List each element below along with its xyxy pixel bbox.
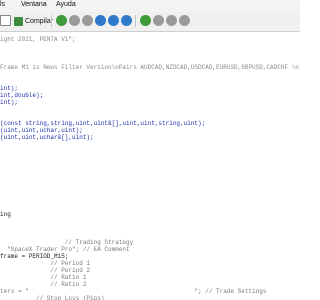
code-line: (uint,uint,uchar,uint); <box>0 127 83 134</box>
code-line: (uint,uint,uchar&[],uint); <box>0 134 94 141</box>
code-line: // Ratio 2 <box>0 281 87 288</box>
toolbar-separator <box>51 15 52 27</box>
code-line: int); <box>0 85 19 92</box>
code-line: // Trading Strategy <box>0 239 134 246</box>
run-on-history-icon[interactable] <box>140 15 151 26</box>
stop-profile-icon[interactable] <box>166 15 177 26</box>
code-line: ing <box>0 211 11 218</box>
start-debug-icon[interactable] <box>56 15 67 26</box>
menu-bar: ls Ventana Ayuda <box>0 0 300 12</box>
code-line: ight 2021, PENTA V1"; <box>0 36 76 43</box>
menu-item-help[interactable]: Ayuda <box>56 1 76 8</box>
code-line: // Ratio 1 <box>0 274 87 281</box>
code-editor[interactable]: ight 2021, PENTA V1"; Frame M1 is News Fi… <box>0 32 300 300</box>
compile-label: Compilar <box>25 17 54 25</box>
new-document-icon[interactable] <box>0 15 11 26</box>
code-line: ters = " "; // Trade Settings <box>0 288 267 295</box>
code-line: int,double); <box>0 92 44 99</box>
compile-button[interactable]: Compilar <box>13 15 56 27</box>
step-over-icon[interactable] <box>108 15 119 26</box>
step-out-icon[interactable] <box>121 15 132 26</box>
code-line: // Period 1 <box>0 260 91 267</box>
code-line: Frame M1 is News Filter Version\nPairs A… <box>0 64 300 71</box>
step-into-icon[interactable] <box>95 15 106 26</box>
toolbar-separator <box>135 15 136 27</box>
code-line: (const string,string,uint,uint&[],uint,u… <box>0 120 206 127</box>
compile-icon <box>14 16 23 26</box>
code-line: int); <box>0 99 19 106</box>
pause-icon[interactable] <box>69 15 80 26</box>
menu-item-tools[interactable]: ls <box>0 1 5 8</box>
tester-icon[interactable] <box>179 15 190 26</box>
code-line: // Period 2 <box>0 267 91 274</box>
code-line: "SpaceX Trader Pro"; // EA Comment <box>0 246 130 253</box>
profile-icon[interactable] <box>153 15 164 26</box>
menu-item-window[interactable]: Ventana <box>21 1 47 8</box>
stop-icon[interactable] <box>82 15 93 26</box>
code-line: // Stop Loss (Pips) <box>0 295 105 300</box>
code-line: frame = PERIOD_M15; <box>0 253 69 260</box>
toolbar: Compilar <box>0 12 300 32</box>
